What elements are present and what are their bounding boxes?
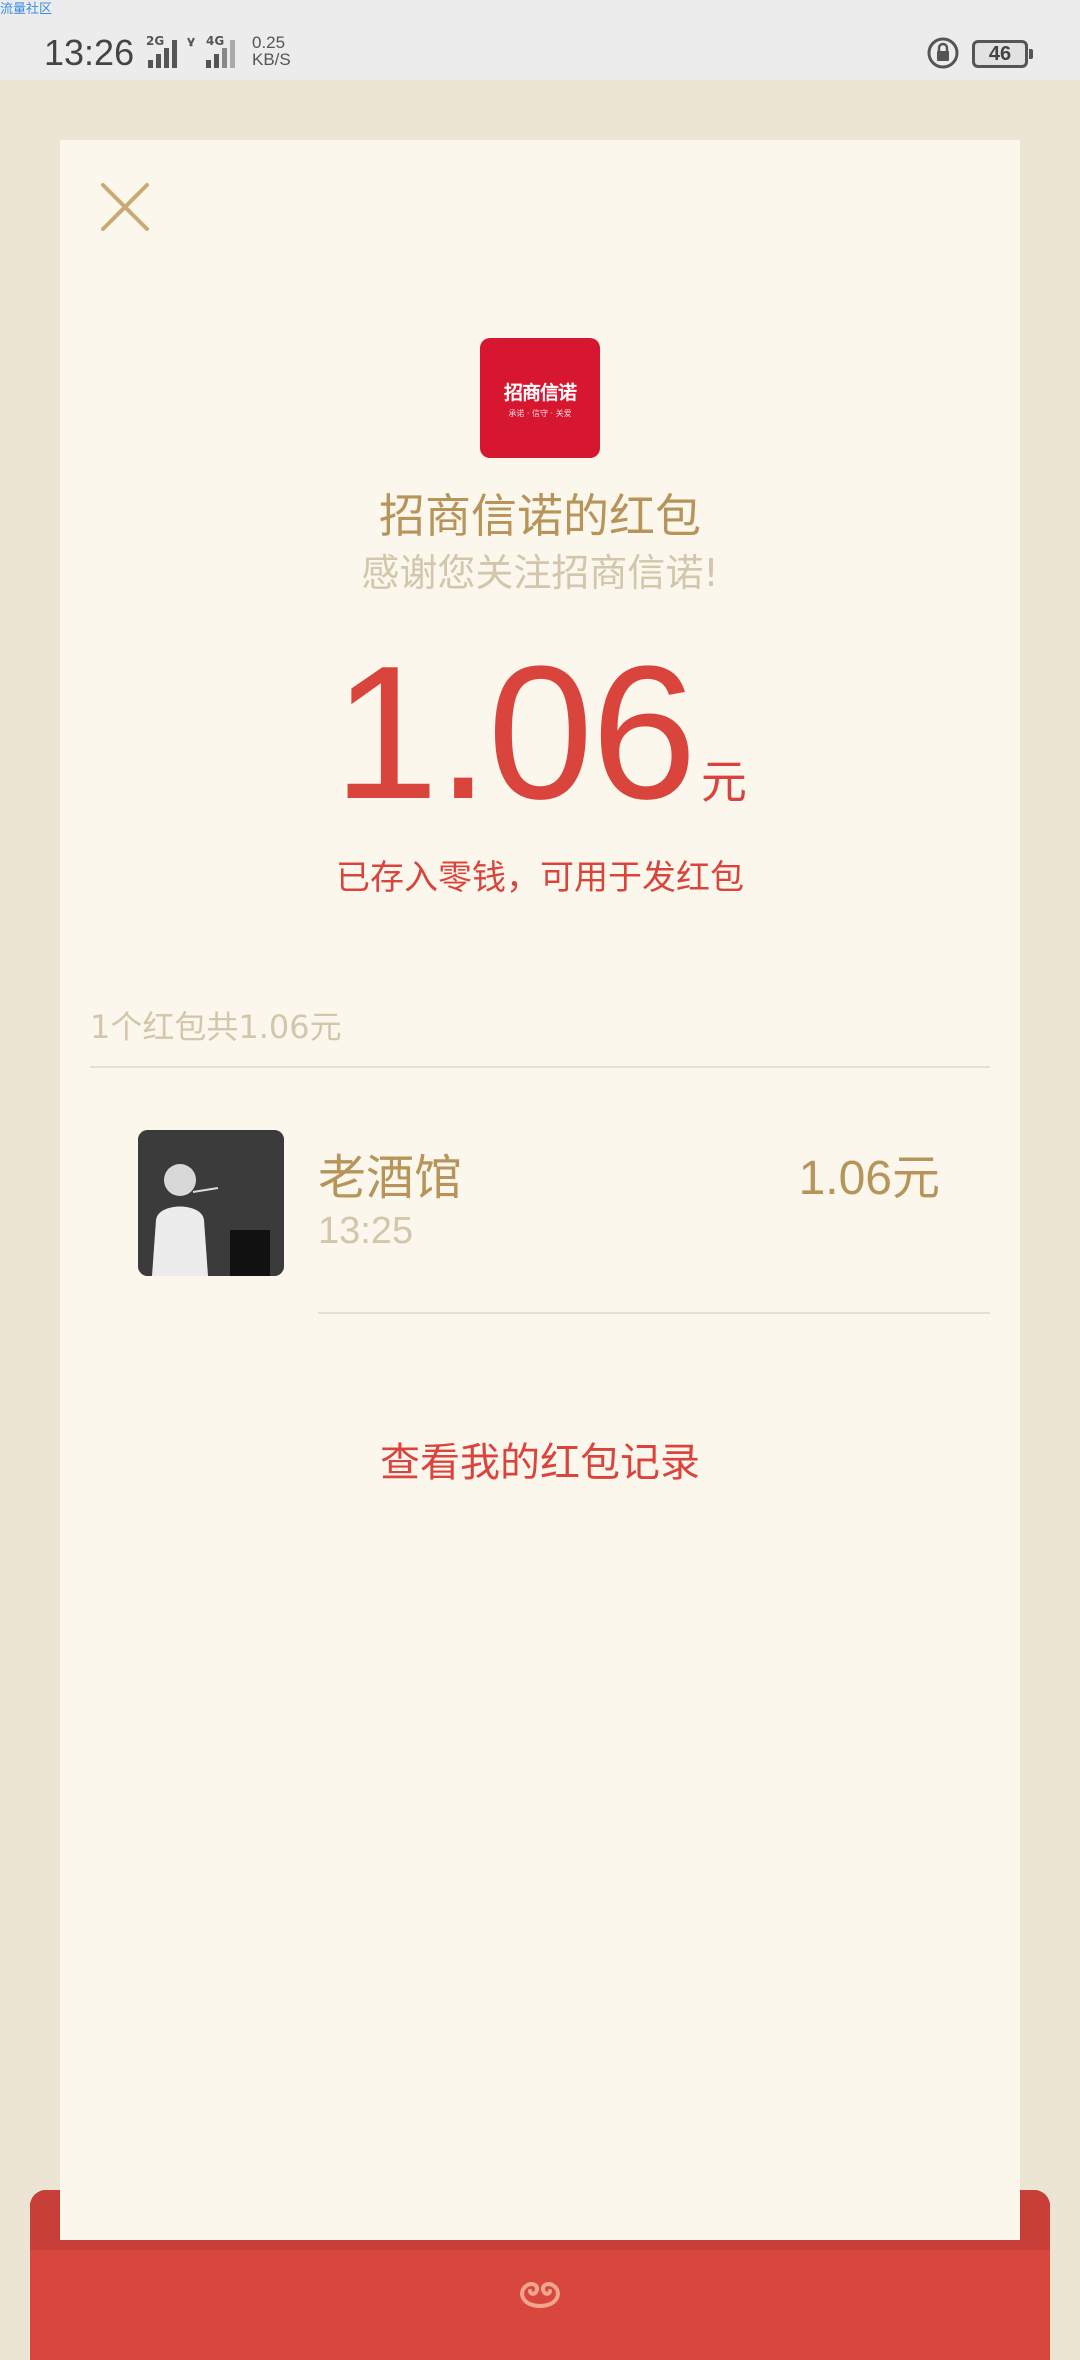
auspicious-cloud-icon: [520, 2281, 560, 2308]
net-speed: 0.25 KB/S: [252, 34, 291, 68]
avatar[interactable]: [138, 1130, 284, 1276]
sender-logo-text: 招商信诺: [503, 382, 577, 404]
summary-divider: [90, 1066, 990, 1068]
greeting-message: 感谢您关注招商信诺!: [361, 551, 719, 595]
amount-value: 1.06: [333, 627, 697, 839]
entry-time: 13:25: [318, 1210, 414, 1252]
amount-unit: 元: [700, 755, 747, 809]
sender-logo: 招商信诺 承诺 · 信守 · 关爱: [480, 338, 600, 458]
red-packet-detail-card: 招商信诺 承诺 · 信守 · 关爱 招商信诺的红包 感谢您关注招商信诺! 1.0…: [60, 140, 1020, 2240]
list-item[interactable]: 老酒馆 13:25 1.06元: [60, 1130, 1020, 1290]
battery-level: 46: [988, 43, 1012, 65]
battery-icon: 46: [972, 40, 1033, 68]
entry-amount: 1.06元: [798, 1152, 940, 1205]
corner-watermark-label: 流量社区: [0, 2, 53, 17]
sender-title: 招商信诺的红包: [379, 489, 701, 543]
close-icon[interactable]: [100, 182, 150, 232]
status-time: 13:26: [44, 32, 135, 73]
sender-logo-subtext: 承诺 · 信守 · 关爱: [508, 409, 572, 418]
net-speed-unit: KB/S: [252, 50, 291, 69]
entry-divider: [318, 1312, 990, 1314]
packet-summary: 1个红包共1.06元: [90, 1008, 342, 1046]
card-zigzag-edge: [60, 2232, 1020, 2240]
amount-display: 1.06 元: [60, 638, 1020, 828]
view-records-link[interactable]: 查看我的红包记录: [60, 1430, 1020, 1488]
deposit-note[interactable]: 已存入零钱，可用于发红包: [60, 850, 1020, 899]
rotation-lock-icon: [927, 37, 959, 69]
net-speed-value: 0.25: [252, 33, 286, 52]
status-bar: 流量社区 13:26 2G 4G 0.25 KB/S 46: [0, 0, 1080, 80]
entry-name: 老酒馆: [318, 1150, 463, 1206]
